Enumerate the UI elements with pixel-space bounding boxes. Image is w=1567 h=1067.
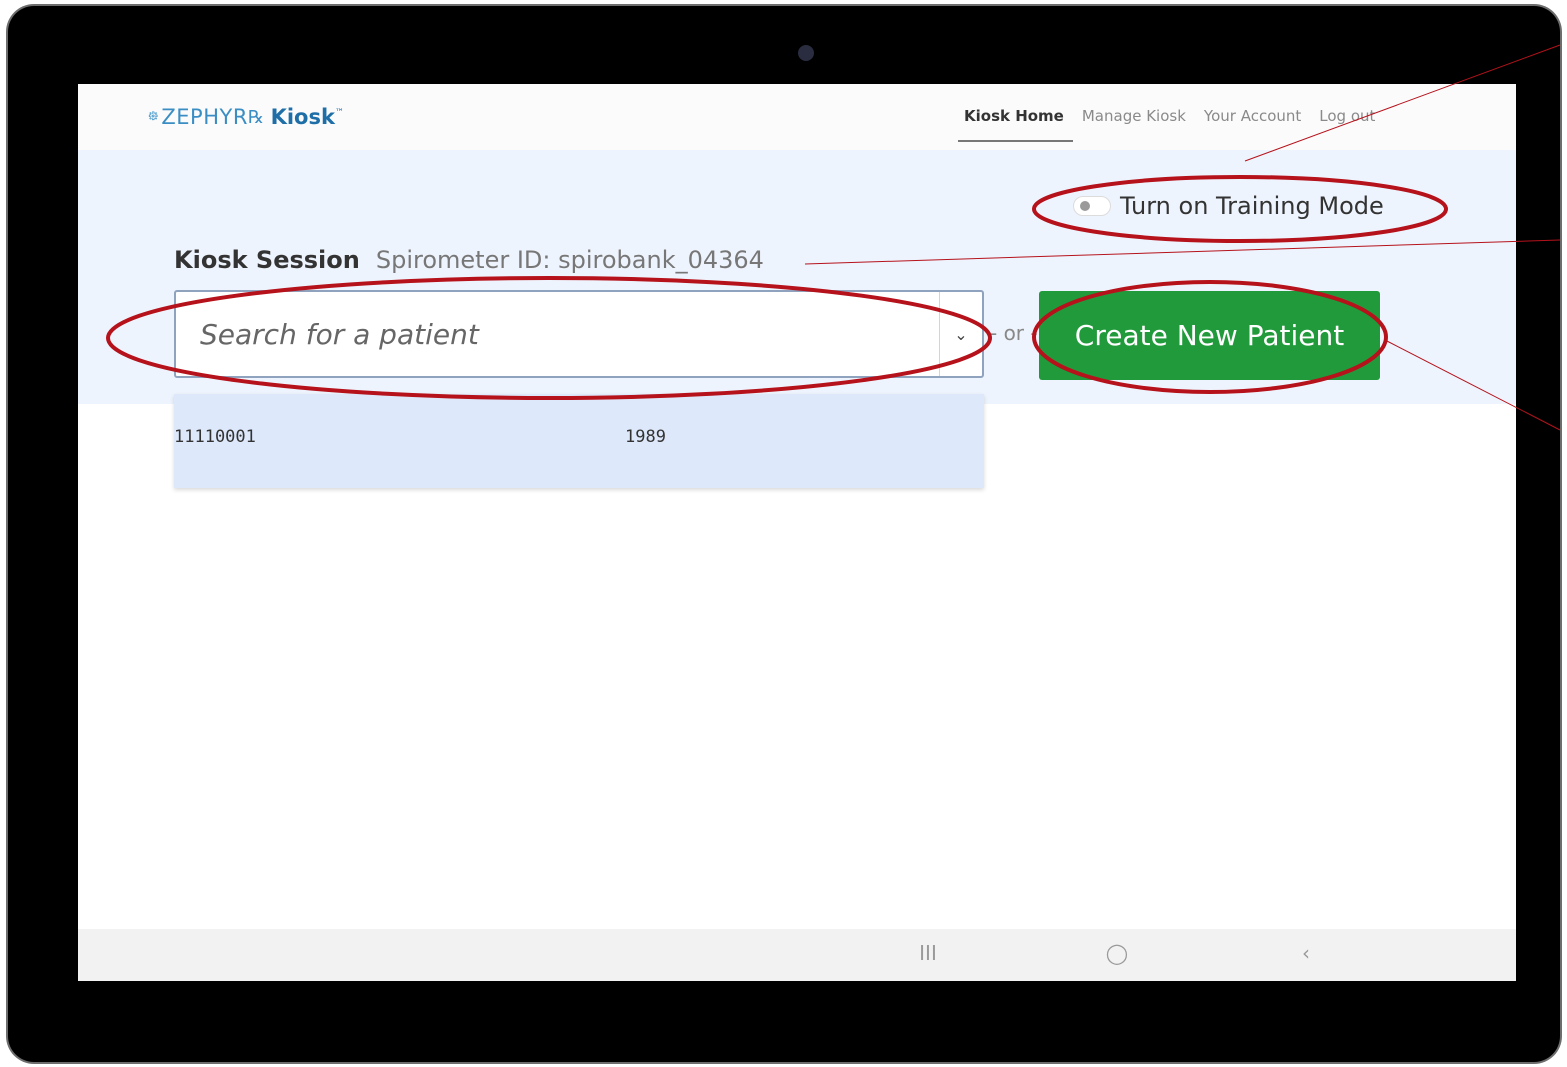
nav-your-account[interactable]: Your Account (1195, 104, 1310, 140)
search-input[interactable] (176, 292, 936, 376)
app-screen: ᪥ ZEPHYR ℞ Kiosk ™ Kiosk Home Manage Kio… (78, 84, 1516, 981)
trademark: ™ (334, 108, 344, 118)
top-navbar: ᪥ ZEPHYR ℞ Kiosk ™ Kiosk Home Manage Kio… (78, 84, 1516, 150)
nav-manage-kiosk[interactable]: Manage Kiosk (1073, 104, 1195, 140)
back-icon[interactable]: ‹ (1291, 941, 1321, 965)
create-new-patient-button[interactable]: Create New Patient (1039, 291, 1380, 380)
home-icon[interactable]: ◯ (1102, 941, 1132, 965)
logo: ᪥ ZEPHYR ℞ Kiosk ™ (148, 104, 344, 130)
list-item[interactable]: 11110001 1989 (174, 394, 984, 486)
logo-product: Kiosk (270, 105, 335, 129)
session-header: Kiosk Session Spirometer ID: spirobank_0… (174, 246, 764, 274)
spirometer-id: Spirometer ID: spirobank_04364 (375, 246, 764, 274)
lungs-icon: ᪥ (148, 108, 159, 124)
or-separator: - or - (990, 321, 1038, 345)
nav-links: Kiosk Home Manage Kiosk Your Account Log… (958, 104, 1384, 142)
patient-search[interactable]: ⌄ (174, 290, 984, 378)
recent-apps-icon[interactable]: III (913, 941, 943, 965)
camera-icon (798, 45, 814, 61)
logo-brand: ZEPHYR (161, 105, 248, 129)
patient-id: 11110001 (174, 427, 256, 447)
training-mode-toggle[interactable]: Turn on Training Mode (1073, 192, 1384, 220)
system-nav-bar: III ◯ ‹ (78, 929, 1516, 981)
chevron-down-icon[interactable]: ⌄ (939, 292, 982, 376)
nav-log-out[interactable]: Log out (1310, 104, 1384, 140)
toggle-switch[interactable] (1073, 196, 1111, 216)
search-results-dropdown: 11110001 1989 (174, 394, 984, 488)
nav-kiosk-home[interactable]: Kiosk Home (958, 104, 1073, 142)
toggle-knob (1080, 201, 1090, 211)
session-title: Kiosk Session (174, 246, 360, 274)
rx-icon: ℞ (247, 106, 265, 128)
training-mode-label: Turn on Training Mode (1120, 192, 1384, 220)
patient-birth-year: 1989 (625, 427, 666, 447)
